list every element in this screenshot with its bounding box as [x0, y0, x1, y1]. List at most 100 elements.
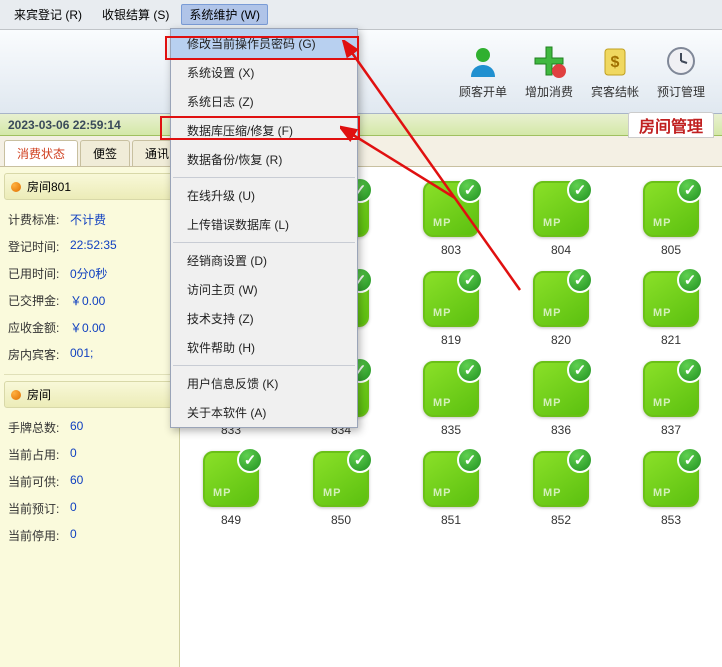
add-consume-button[interactable]: 增加消费: [516, 30, 582, 113]
info-value: 0: [70, 446, 77, 463]
panel-room-header: 房间801: [4, 173, 175, 200]
menubar: 来宾登记 (R) 收银结算 (S) 系统维护 (W): [0, 0, 722, 30]
info-label: 手牌总数:: [8, 419, 70, 436]
info-row: 房内宾客:001;: [4, 341, 175, 368]
room-tile[interactable]: MP✓851: [416, 451, 486, 527]
check-icon: ✓: [457, 267, 483, 293]
panel-stats-title: 房间: [27, 386, 51, 403]
dropdown-item[interactable]: 系统日志 (Z): [171, 87, 357, 116]
room-icon: MP✓: [533, 181, 589, 237]
info-row: 当前可供:60: [4, 468, 175, 495]
room-tile[interactable]: MP✓849: [196, 451, 266, 527]
reserve-manage-button[interactable]: 预订管理: [648, 30, 714, 113]
info-label: 当前预订:: [8, 500, 70, 517]
info-value: 0: [70, 500, 77, 517]
info-value: 60: [70, 419, 83, 436]
room-number: 821: [661, 333, 681, 347]
info-value: 不计费: [70, 211, 106, 228]
dropdown-item[interactable]: 数据备份/恢复 (R): [171, 145, 357, 174]
check-icon: ✓: [677, 267, 703, 293]
room-tile[interactable]: MP✓ 850: [306, 451, 376, 527]
info-value: 0: [70, 527, 77, 544]
datetime-row: 2023-03-06 22:59:14 房间管理: [0, 114, 722, 136]
info-value: 0分0秒: [70, 265, 107, 282]
clock-icon: [663, 43, 699, 79]
room-tile[interactable]: MP✓805: [636, 181, 706, 257]
info-value: 60: [70, 473, 83, 490]
dropdown-separator: [173, 242, 355, 243]
dropdown-item[interactable]: 关于本软件 (A): [171, 398, 357, 427]
dropdown-item[interactable]: 修改当前操作员密码 (G): [171, 29, 357, 58]
room-tile[interactable]: MP✓820: [526, 271, 596, 347]
toolbar-label: 增加消费: [525, 83, 573, 100]
room-tile[interactable]: MP✓819: [416, 271, 486, 347]
system-dropdown: 修改当前操作员密码 (G)系统设置 (X)系统日志 (Z)数据库压缩/修复 (F…: [170, 28, 358, 428]
check-icon: ✓: [457, 447, 483, 473]
room-icon: MP✓: [643, 361, 699, 417]
panel-room-title: 房间801: [27, 178, 71, 195]
dropdown-item[interactable]: 经销商设置 (D): [171, 246, 357, 275]
guest-checkout-button[interactable]: $ 宾客结帐: [582, 30, 648, 113]
info-label: 已交押金:: [8, 292, 70, 309]
room-tile[interactable]: MP✓ 837: [636, 361, 706, 437]
menu-guest-register[interactable]: 来宾登记 (R): [6, 4, 90, 25]
info-row: 当前停用:0: [4, 522, 175, 549]
toolbar-label: 宾客结帐: [591, 83, 639, 100]
check-icon: ✓: [457, 357, 483, 383]
customer-open-button[interactable]: 顾客开单: [450, 30, 516, 113]
room-tile[interactable]: MP✓835: [416, 361, 486, 437]
dropdown-item[interactable]: 技术支持 (Z): [171, 304, 357, 333]
room-number: 805: [661, 243, 681, 257]
sidebar: 房间801 计费标准:不计费登记时间:22:52:35已用时间:0分0秒已交押金…: [0, 167, 180, 667]
info-label: 应收金额:: [8, 319, 70, 336]
room-tile[interactable]: MP✓836: [526, 361, 596, 437]
menu-system-maint[interactable]: 系统维护 (W): [181, 4, 268, 25]
room-icon: MP✓: [533, 361, 589, 417]
info-row: 应收金额:￥0.00: [4, 314, 175, 341]
room-icon: MP✓: [313, 451, 369, 507]
room-icon: MP✓: [643, 451, 699, 507]
check-icon: ✓: [677, 177, 703, 203]
check-icon: ✓: [567, 267, 593, 293]
info-row: 已交押金:￥0.00: [4, 287, 175, 314]
info-label: 已用时间:: [8, 265, 70, 282]
room-number: 837: [661, 423, 681, 437]
bullet-icon: [11, 182, 21, 192]
room-tile[interactable]: MP✓852: [526, 451, 596, 527]
tab-便签[interactable]: 便签: [80, 140, 130, 166]
info-row: 当前预订:0: [4, 495, 175, 522]
check-icon: ✓: [567, 447, 593, 473]
room-number: 819: [441, 333, 461, 347]
check-icon: ✓: [567, 357, 593, 383]
money-icon: $: [597, 43, 633, 79]
room-number: 853: [661, 513, 681, 527]
room-number: 820: [551, 333, 571, 347]
room-icon: MP✓: [423, 451, 479, 507]
info-label: 登记时间:: [8, 238, 70, 255]
tab-消费状态[interactable]: 消费状态: [4, 140, 78, 166]
room-tile[interactable]: MP✓ 853: [636, 451, 706, 527]
dropdown-item[interactable]: 软件帮助 (H): [171, 333, 357, 362]
room-tile[interactable]: MP✓821: [636, 271, 706, 347]
check-icon: ✓: [457, 177, 483, 203]
info-row: 当前占用:0: [4, 441, 175, 468]
info-label: 当前停用:: [8, 527, 70, 544]
room-number: 852: [551, 513, 571, 527]
dropdown-item[interactable]: 上传错误数据库 (L): [171, 210, 357, 239]
info-label: 当前可供:: [8, 473, 70, 490]
dropdown-item[interactable]: 用户信息反馈 (K): [171, 369, 357, 398]
dropdown-separator: [173, 365, 355, 366]
toolbar-label: 预订管理: [657, 83, 705, 100]
room-number: 850: [331, 513, 351, 527]
room-tile[interactable]: MP✓803: [416, 181, 486, 257]
toolbar: 顾客开单增加消费 $ 宾客结帐 预订管理: [0, 30, 722, 114]
dropdown-item[interactable]: 访问主页 (W): [171, 275, 357, 304]
info-value: ￥0.00: [70, 319, 105, 336]
svg-text:$: $: [611, 54, 620, 71]
menu-cashier[interactable]: 收银结算 (S): [94, 4, 177, 25]
page-title: 房间管理: [628, 112, 714, 138]
dropdown-item[interactable]: 数据库压缩/修复 (F): [171, 116, 357, 145]
dropdown-item[interactable]: 在线升级 (U): [171, 181, 357, 210]
room-tile[interactable]: MP✓804: [526, 181, 596, 257]
dropdown-item[interactable]: 系统设置 (X): [171, 58, 357, 87]
